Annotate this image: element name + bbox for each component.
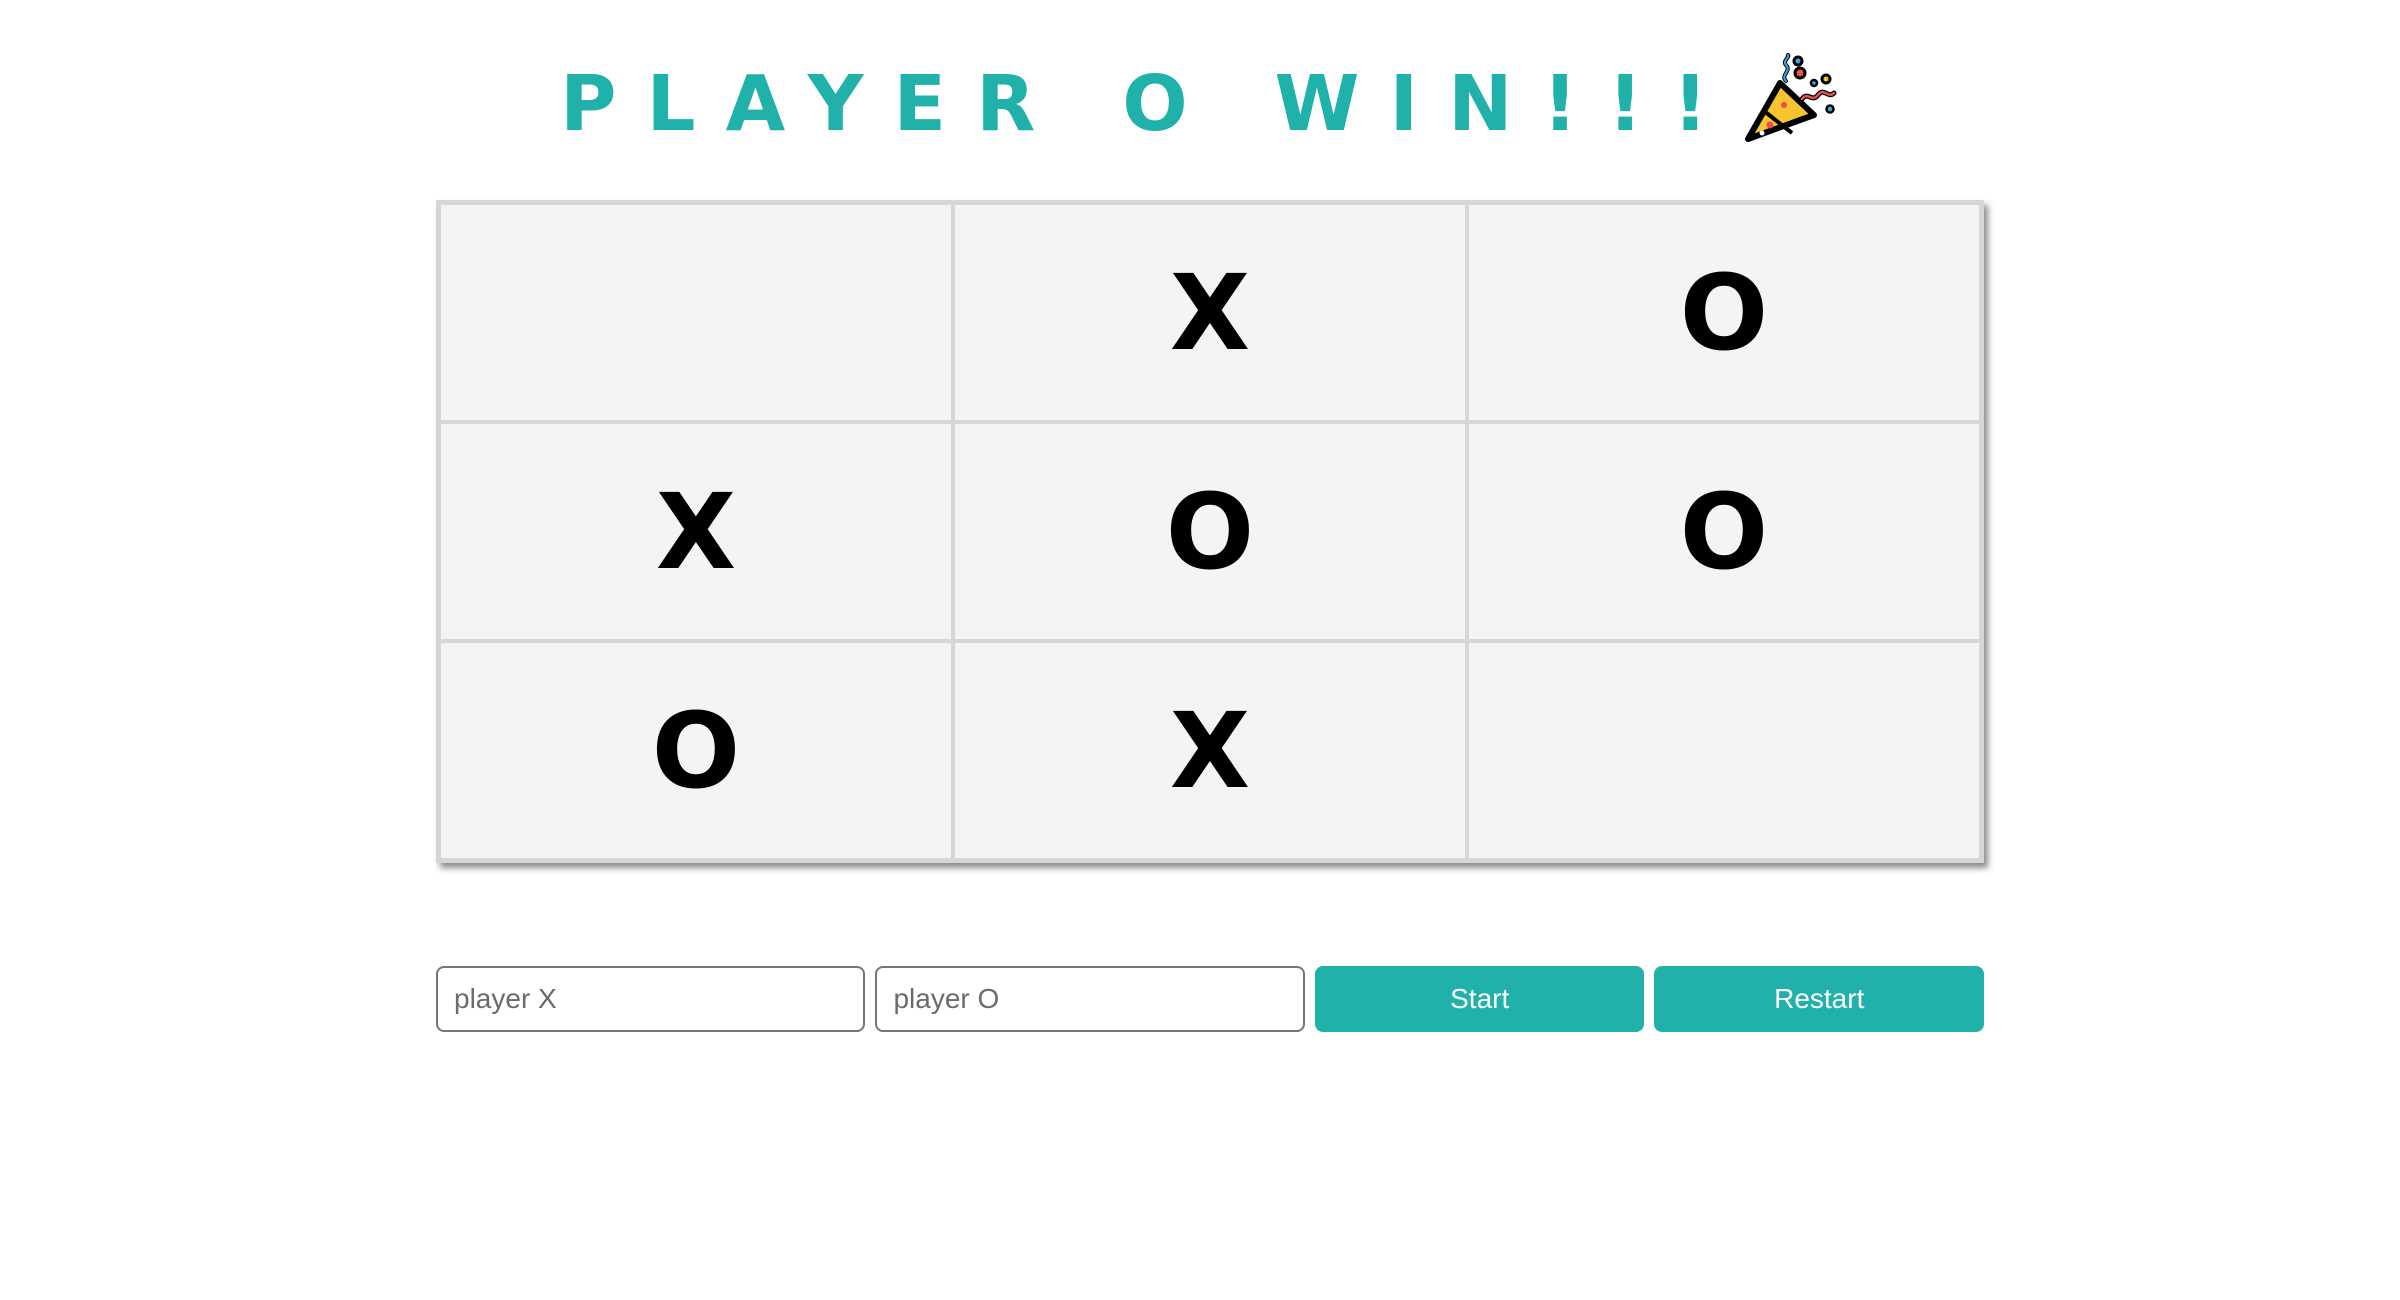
board-cell-1[interactable]: [439, 203, 953, 422]
board-cell-9[interactable]: [1467, 641, 1981, 860]
board-cell-3[interactable]: O: [1467, 203, 1981, 422]
board-cell-6[interactable]: O: [1467, 422, 1981, 641]
controls-bar: Start Restart: [436, 966, 1984, 1032]
party-popper-icon: [1744, 53, 1837, 142]
board-cell-2[interactable]: X: [953, 203, 1467, 422]
board-cell-4[interactable]: X: [439, 422, 953, 641]
restart-button[interactable]: Restart: [1654, 966, 1984, 1032]
board-cell-8[interactable]: X: [953, 641, 1467, 860]
game-board: X O X O O O X: [436, 200, 1984, 863]
start-button[interactable]: Start: [1314, 966, 1645, 1032]
board-cell-7[interactable]: O: [439, 641, 953, 860]
board-cell-5[interactable]: O: [953, 422, 1467, 641]
player-o-name-input[interactable]: [875, 966, 1305, 1032]
title-row: PLAYER O WIN!!!: [0, 53, 2400, 154]
winner-title: PLAYER O WIN!!!: [560, 59, 1738, 149]
player-x-name-input[interactable]: [436, 966, 866, 1032]
